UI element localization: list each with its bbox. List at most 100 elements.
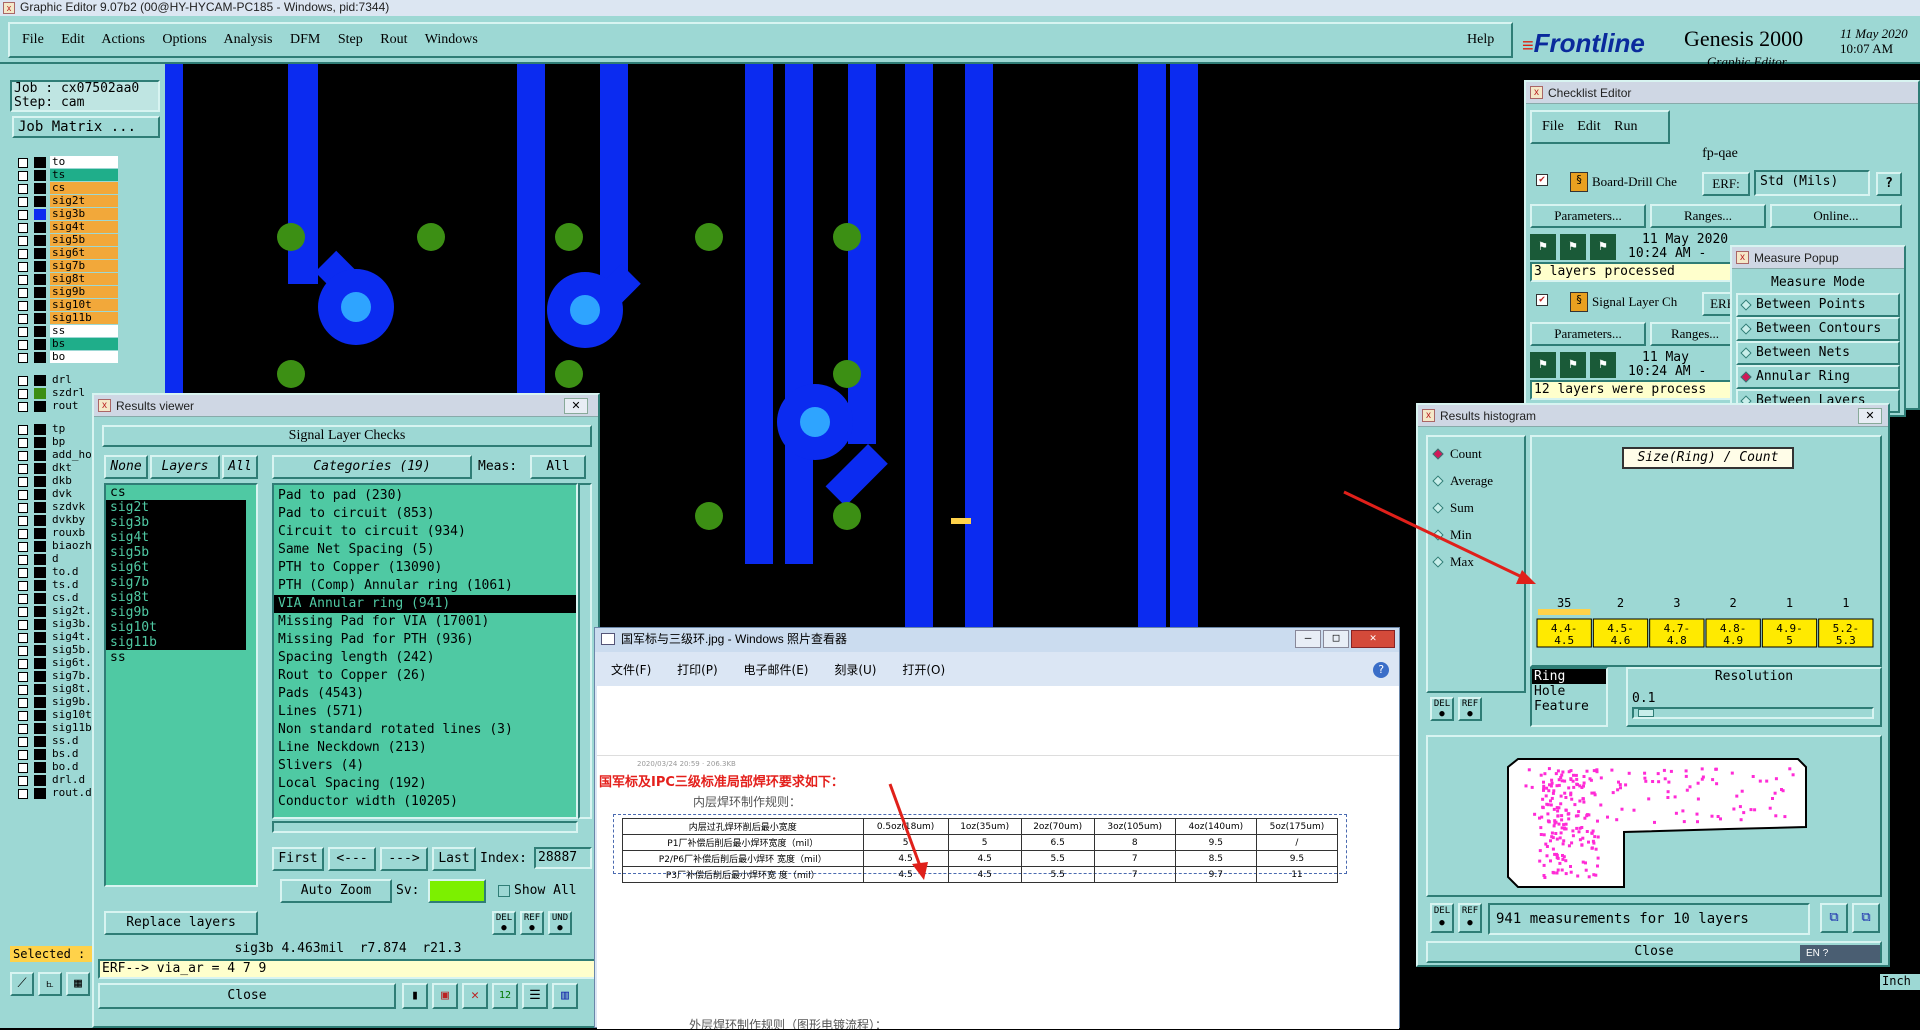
- resolution-slider-thumb[interactable]: [1638, 709, 1654, 717]
- chart-icon[interactable]: ▮: [402, 983, 428, 1009]
- layer-name[interactable]: cs: [50, 182, 118, 194]
- results-layer-item[interactable]: sig9b: [106, 605, 246, 620]
- menu-rout[interactable]: Rout: [380, 32, 407, 47]
- layer-checkbox[interactable]: [18, 197, 28, 207]
- category-item[interactable]: Pads (4543): [274, 685, 576, 703]
- refresh-icon[interactable]: REF ●: [520, 911, 544, 935]
- pv-menu-email[interactable]: 电子邮件(E): [744, 663, 809, 677]
- category-item[interactable]: VIA Annular ring (941): [274, 595, 576, 613]
- layer-checkbox[interactable]: [18, 594, 28, 604]
- layer-name[interactable]: ts: [50, 169, 118, 181]
- menu-help[interactable]: Help: [1467, 32, 1494, 48]
- category-item[interactable]: PTH to Copper (13090): [274, 559, 576, 577]
- layer-checkbox[interactable]: [18, 184, 28, 194]
- categories-list[interactable]: Pad to pad (230) Pad to circuit (853) Circ…: [272, 483, 578, 819]
- layer-checkbox[interactable]: [18, 327, 28, 337]
- measure-option[interactable]: Between Points: [1736, 293, 1900, 317]
- category-item[interactable]: Pad to circuit (853): [274, 505, 576, 523]
- layer-row[interactable]: bs: [12, 338, 132, 351]
- category-item[interactable]: Pad to pad (230): [274, 487, 576, 505]
- clear-icon[interactable]: ✕: [462, 983, 488, 1009]
- layer-checkbox[interactable]: [18, 685, 28, 695]
- menu-windows[interactable]: Windows: [425, 32, 478, 47]
- menu-step[interactable]: Step: [338, 32, 363, 47]
- layer-checkbox[interactable]: [18, 763, 28, 773]
- category-item[interactable]: Local Spacing (192): [274, 775, 576, 793]
- histogram-mode-option[interactable]: Count: [1432, 445, 1522, 463]
- check1-erf-value[interactable]: Std (Mils): [1754, 170, 1870, 196]
- show-all-checkbox[interactable]: [498, 885, 510, 897]
- replace-layers-select[interactable]: Replace layers: [104, 911, 258, 935]
- undo-icon[interactable]: UND ●: [548, 911, 572, 935]
- pv-menu-file[interactable]: 文件(F): [611, 663, 651, 677]
- refresh-icon[interactable]: REF ●: [1458, 697, 1482, 721]
- layer-row[interactable]: to: [12, 156, 132, 169]
- layer-row[interactable]: sig10t: [12, 299, 132, 312]
- layer-checkbox[interactable]: [18, 698, 28, 708]
- run-icon[interactable]: ⚑: [1590, 234, 1616, 260]
- histogram-mode-option[interactable]: Min: [1432, 526, 1522, 544]
- histogram-mode-option[interactable]: Max: [1432, 553, 1522, 571]
- close-icon[interactable]: ✕: [1858, 408, 1882, 424]
- delete-icon[interactable]: DEL ●: [1430, 903, 1454, 933]
- layer-checkbox[interactable]: [18, 503, 28, 513]
- category-item[interactable]: Slivers (4): [274, 757, 576, 775]
- category-item[interactable]: Conductor width (10205): [274, 793, 576, 811]
- layer-name[interactable]: sig6t: [50, 247, 118, 259]
- index-input[interactable]: 28887: [534, 847, 592, 869]
- layer-name[interactable]: to: [50, 156, 118, 168]
- measure-tool-icon[interactable]: ⦜: [38, 972, 62, 996]
- histogram-mode-option[interactable]: Average: [1432, 472, 1522, 490]
- layer-row[interactable]: sig7b: [12, 260, 132, 273]
- maximize-icon[interactable]: □: [1323, 630, 1349, 648]
- layer-checkbox[interactable]: [18, 568, 28, 578]
- layer-row[interactable]: sig3b: [12, 208, 132, 221]
- layer-checkbox[interactable]: [18, 376, 28, 386]
- run-icon[interactable]: ⚑: [1560, 234, 1586, 260]
- layer-name[interactable]: sig11b: [50, 312, 118, 324]
- help-icon[interactable]: ?: [1823, 948, 1829, 959]
- layer-checkbox[interactable]: [18, 210, 28, 220]
- results-layer-item[interactable]: sig8t: [106, 590, 246, 605]
- layer-row[interactable]: sig8t: [12, 273, 132, 286]
- layer-name[interactable]: drl: [50, 374, 118, 386]
- layer-checkbox[interactable]: [18, 464, 28, 474]
- layer-checkbox[interactable]: [18, 275, 28, 285]
- menu-dfm[interactable]: DFM: [290, 32, 320, 47]
- layer-checkbox[interactable]: [18, 607, 28, 617]
- layer-checkbox[interactable]: [18, 633, 28, 643]
- category-item[interactable]: Rout to Copper (26): [274, 667, 576, 685]
- category-item[interactable]: PTH (Comp) Annular ring (1061): [274, 577, 576, 595]
- layer-row[interactable]: sig4t: [12, 221, 132, 234]
- layer-name[interactable]: sig5b: [50, 234, 118, 246]
- layer-checkbox[interactable]: [18, 438, 28, 448]
- check2-ranges-button[interactable]: Ranges...: [1650, 322, 1740, 346]
- pv-menu-burn[interactable]: 刻录(U): [834, 663, 876, 677]
- nav-next-button[interactable]: --->: [380, 847, 428, 871]
- layer-checkbox[interactable]: [18, 659, 28, 669]
- layer-name[interactable]: sig3b: [50, 208, 118, 220]
- layer-row[interactable]: drl: [12, 374, 132, 387]
- histogram-bar[interactable]: [1650, 613, 1703, 615]
- category-item[interactable]: Same Net Spacing (5): [274, 541, 576, 559]
- category-item[interactable]: Non standard rotated lines (3): [274, 721, 576, 739]
- categories-hscroll[interactable]: [272, 821, 578, 833]
- checklist-menu-run[interactable]: Run: [1614, 119, 1637, 134]
- layer-name[interactable]: bo: [50, 351, 118, 363]
- menu-actions[interactable]: Actions: [101, 32, 145, 47]
- checklist-menu-edit[interactable]: Edit: [1577, 119, 1600, 134]
- layer-checkbox[interactable]: [18, 389, 28, 399]
- histogram-bar[interactable]: [1763, 613, 1816, 615]
- layer-checkbox[interactable]: [18, 314, 28, 324]
- layer-row[interactable]: cs: [12, 182, 132, 195]
- menu-file[interactable]: File: [22, 32, 44, 47]
- layer-row[interactable]: ts: [12, 169, 132, 182]
- measure-option[interactable]: Between Contours: [1736, 317, 1900, 341]
- layer-row[interactable]: sig11b: [12, 312, 132, 325]
- run-icon[interactable]: ⚑: [1530, 234, 1556, 260]
- histogram-bar[interactable]: [1707, 613, 1760, 615]
- delete-icon[interactable]: DEL ●: [492, 911, 516, 935]
- layer-checkbox[interactable]: [18, 516, 28, 526]
- check1-parameters-button[interactable]: Parameters...: [1530, 204, 1646, 228]
- report-icon[interactable]: ☰: [522, 983, 548, 1009]
